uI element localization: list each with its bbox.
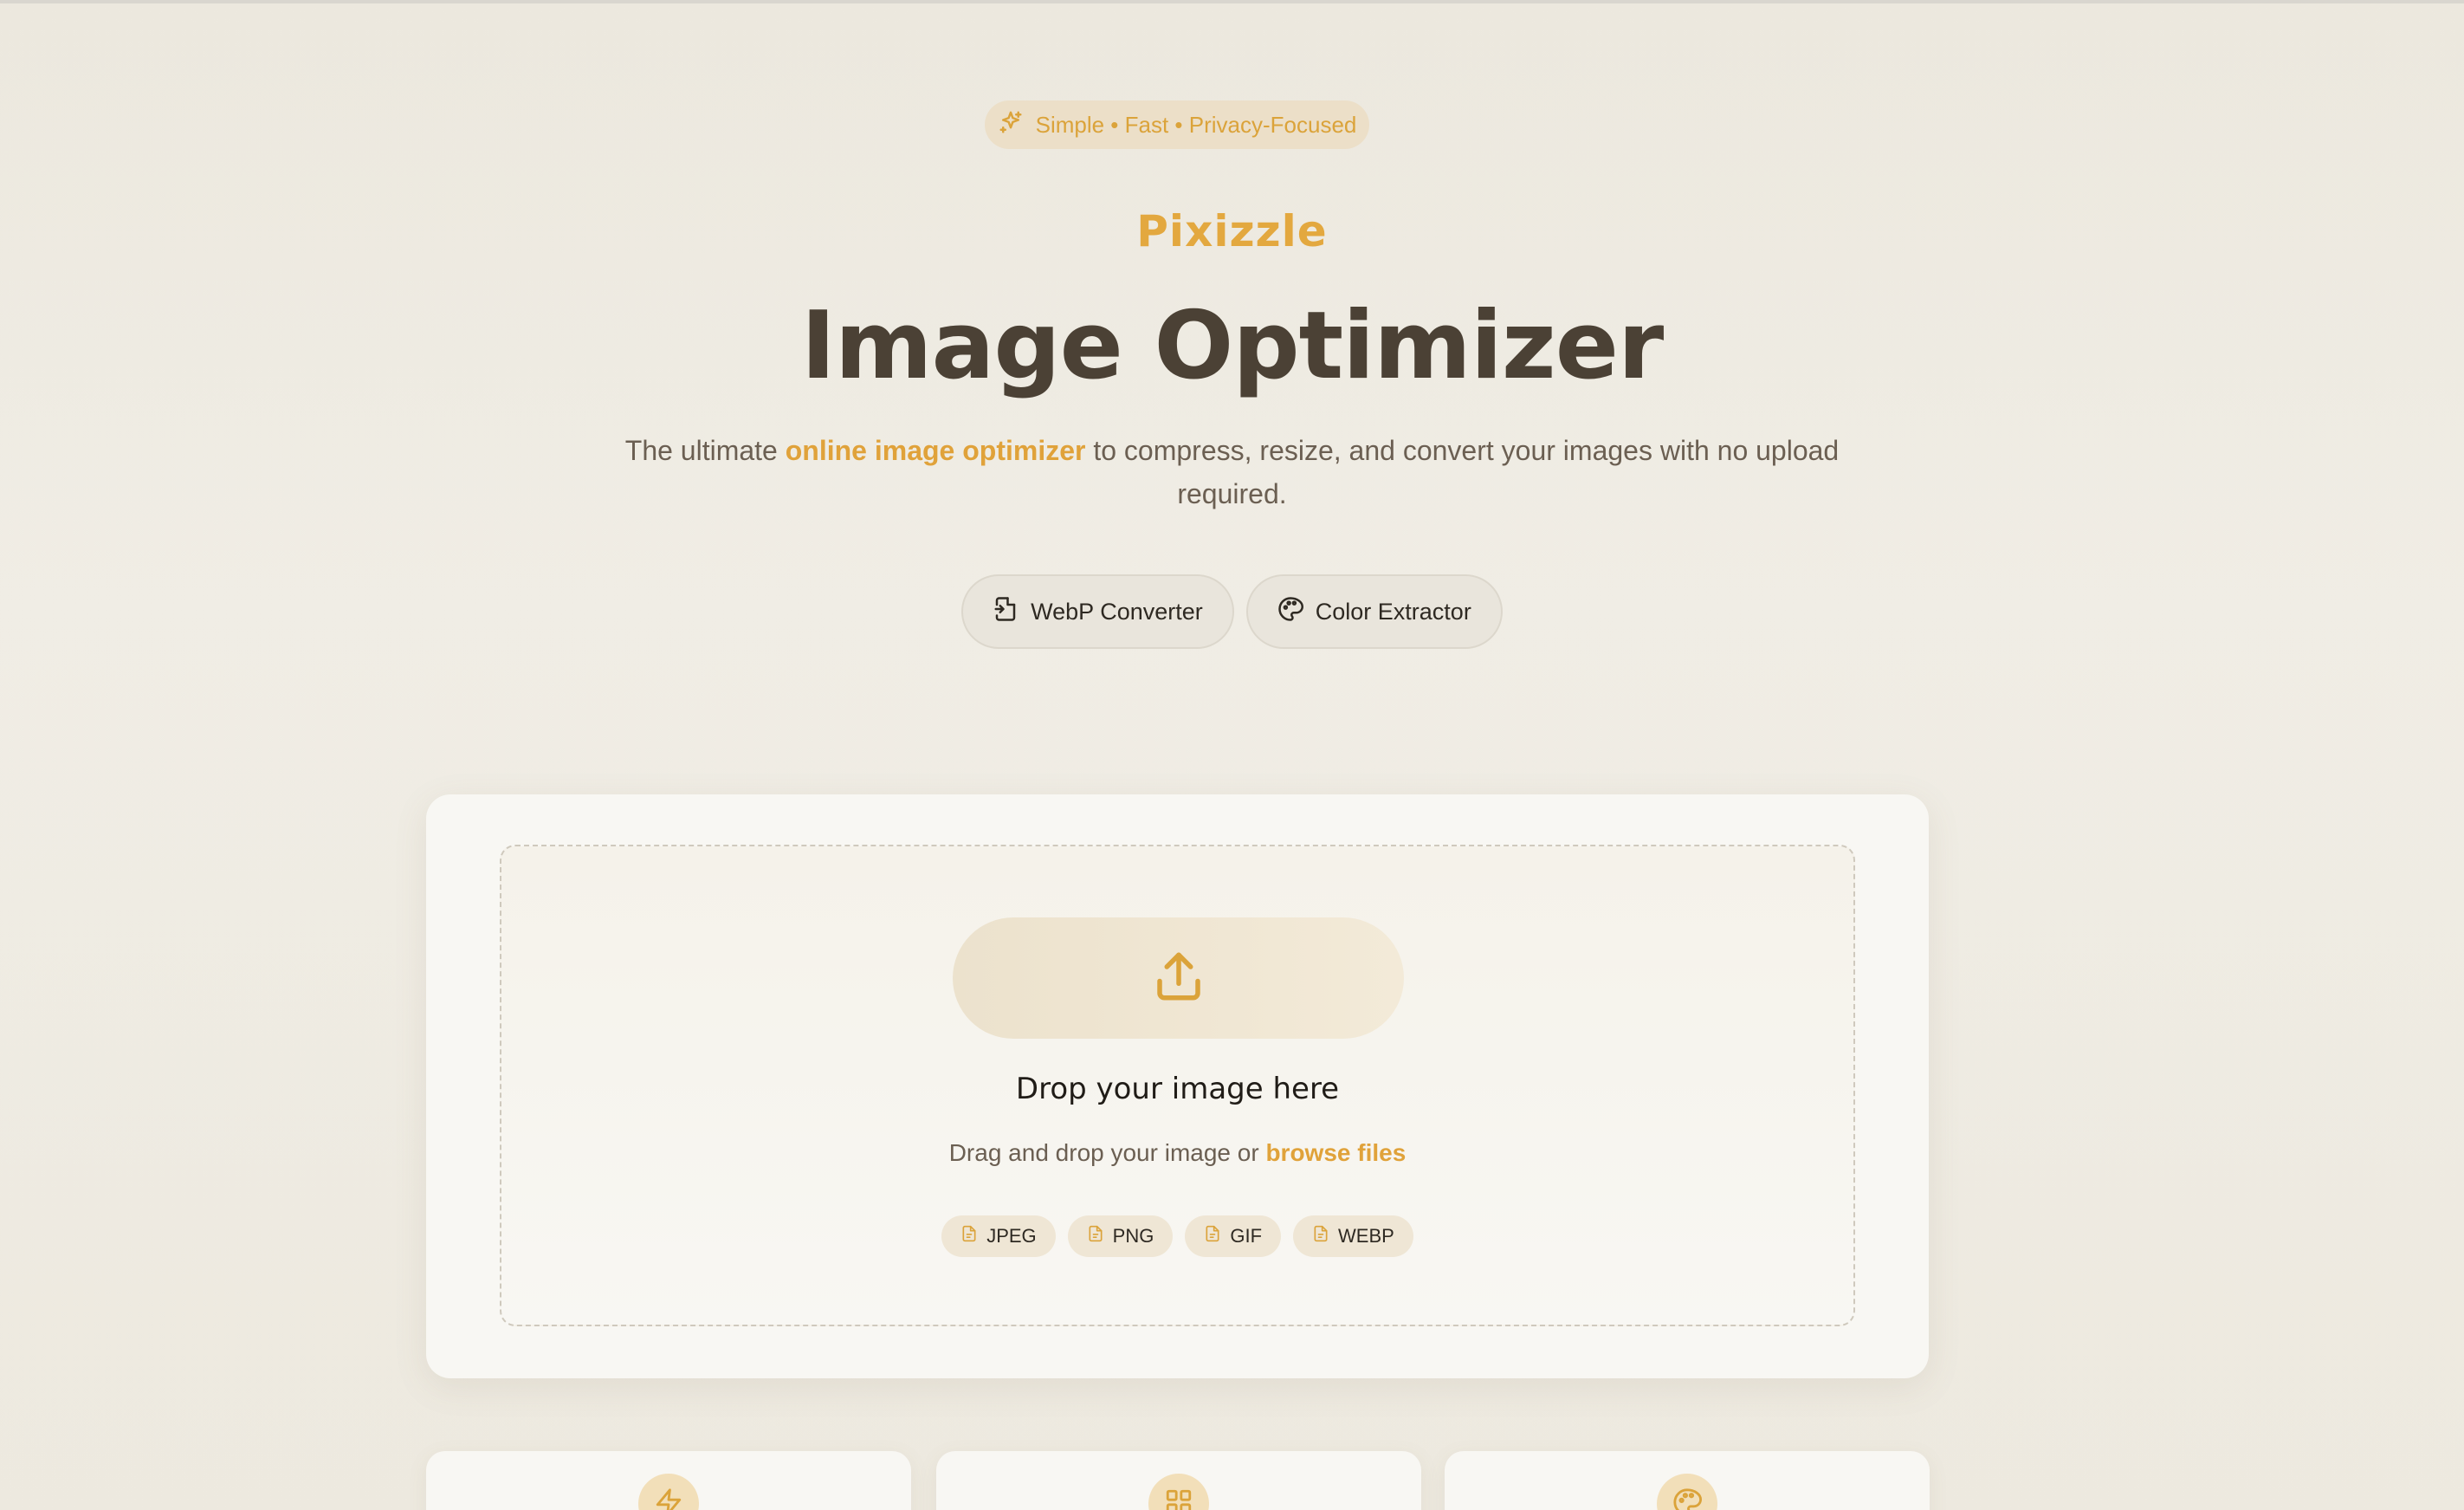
tagline-badge: Simple • Fast • Privacy-Focused [985, 100, 1369, 149]
feature-icon-badge [1657, 1474, 1717, 1510]
upload-card: Drop your image here Drag and drop your … [426, 794, 1929, 1378]
format-chip: WEBP [1293, 1215, 1413, 1257]
file-convert-icon [993, 596, 1019, 628]
file-icon [1204, 1225, 1221, 1248]
dropzone-title: Drop your image here [1015, 1072, 1340, 1106]
feature-card-colors [1445, 1451, 1930, 1510]
webp-converter-button[interactable]: WebP Converter [961, 574, 1234, 649]
file-icon [960, 1225, 978, 1248]
tagline-text: Simple • Fast • Privacy-Focused [1035, 111, 1357, 138]
format-label: GIF [1230, 1225, 1263, 1247]
feature-card-formats [936, 1451, 1421, 1510]
subtitle-suffix: to compress, resize, and convert your im… [1085, 435, 1840, 509]
webp-converter-label: WebP Converter [1031, 598, 1203, 625]
file-icon [1312, 1225, 1329, 1248]
browse-files-link[interactable]: browse files [1265, 1139, 1406, 1166]
format-chip: GIF [1185, 1215, 1282, 1257]
zap-icon [654, 1487, 683, 1510]
subtitle-highlight: online image optimizer [785, 435, 1086, 466]
feature-card-speed [426, 1451, 911, 1510]
dropzone-subtitle: Drag and drop your image or browse files [501, 1139, 1853, 1167]
dropzone-sub-prefix: Drag and drop your image or [948, 1139, 1266, 1166]
color-extractor-button[interactable]: Color Extractor [1245, 574, 1503, 649]
grid-icon [1164, 1487, 1193, 1510]
upload-button[interactable] [953, 917, 1404, 1039]
page-subtitle: The ultimate online image optimizer to c… [606, 429, 1858, 515]
feature-icon-badge [1148, 1474, 1209, 1510]
format-chip: PNG [1067, 1215, 1174, 1257]
tool-links: WebP Converter Color Extractor [0, 574, 2464, 649]
subtitle-prefix: The ultimate [624, 435, 786, 466]
upload-icon [1150, 948, 1207, 1009]
page-title: Image Optimizer [800, 292, 1664, 400]
feature-icon-badge [638, 1474, 699, 1510]
brand-name: Pixizzle [1136, 206, 1328, 256]
format-label: JPEG [986, 1225, 1037, 1247]
palette-icon [1277, 596, 1303, 628]
image-dropzone[interactable]: Drop your image here Drag and drop your … [500, 845, 1855, 1326]
top-border [0, 0, 2464, 3]
color-extractor-label: Color Extractor [1315, 598, 1471, 625]
file-icon [1087, 1225, 1104, 1248]
sparkles-icon [998, 109, 1024, 141]
format-label: PNG [1112, 1225, 1154, 1247]
palette-icon [1672, 1487, 1702, 1510]
supported-formats: JPEG PNG GIF WEBP [501, 1215, 1853, 1257]
format-label: WEBP [1338, 1225, 1394, 1247]
format-chip: JPEG [941, 1215, 1056, 1257]
